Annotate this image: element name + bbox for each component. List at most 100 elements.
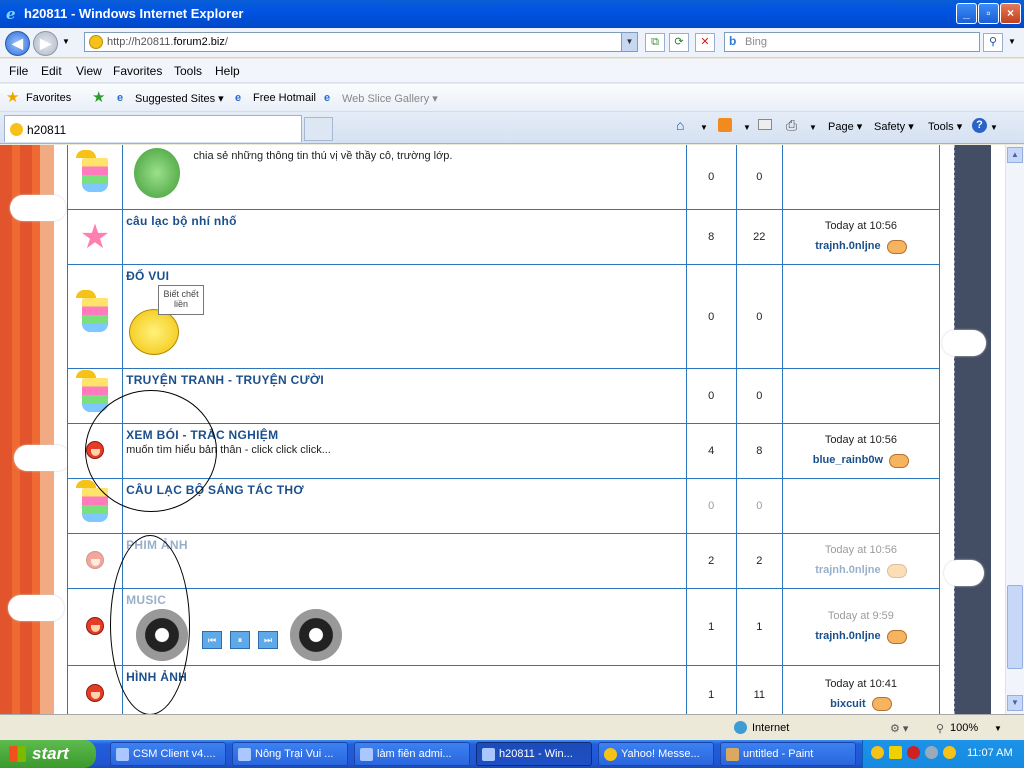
forum-link[interactable]: TRUYỆN TRANH - TRUYỆN CƯỜI <box>126 373 324 387</box>
last-post-user[interactable]: trajnh.0nljne <box>815 630 880 642</box>
posts-count: 11 <box>735 665 783 714</box>
taskbar-item-lam-fien[interactable]: làm fiên admi... <box>354 742 470 766</box>
search-field[interactable]: b Bing <box>724 32 980 52</box>
last-post-user[interactable]: blue_rainb0w <box>813 454 883 466</box>
last-post-user[interactable]: trajnh.0nljne <box>815 564 880 576</box>
forum-description: chia sẻ những thông tin thú vị về thầy c… <box>193 150 453 162</box>
posts-count: 0 <box>735 478 783 534</box>
tray-icon[interactable] <box>943 746 956 759</box>
menu-file[interactable]: File <box>9 64 28 78</box>
windows-logo-icon <box>9 746 26 762</box>
cloud-decoration <box>8 595 64 621</box>
posts-count: 1 <box>735 588 783 666</box>
topics-count: 1 <box>685 665 737 714</box>
web-slice-gallery-link[interactable]: Web Slice Gallery ▾ <box>342 92 438 105</box>
forum-link[interactable]: ĐỐ VUI <box>126 269 169 283</box>
zoom-level[interactable]: 100% <box>950 722 978 734</box>
forward-button[interactable]: ▶ <box>33 31 58 56</box>
feeds-icon[interactable] <box>718 118 732 132</box>
menu-view[interactable]: View <box>76 64 102 78</box>
scroll-thumb[interactable] <box>1007 585 1023 669</box>
taskbar-item-yahoo[interactable]: Yahoo! Messe... <box>598 742 714 766</box>
print-dropdown-icon[interactable]: ▼ <box>809 123 817 132</box>
tab-bar: h20811 <box>0 112 1024 144</box>
add-favorite-icon[interactable]: ★ <box>92 88 105 106</box>
tray-icon[interactable] <box>871 746 884 759</box>
help-dropdown-icon[interactable]: ▼ <box>990 123 998 132</box>
tools-menu[interactable]: Tools ▾ <box>928 120 962 133</box>
minimize-button[interactable]: _ <box>956 3 977 24</box>
topics-count: 4 <box>685 423 737 479</box>
previous-track-button[interactable]: ⏮ <box>202 631 223 649</box>
last-post-time: Today at 10:56 <box>824 220 897 233</box>
yahoo-messenger-icon <box>604 748 617 761</box>
menu-tools[interactable]: Tools <box>174 64 202 78</box>
compatibility-view-icon[interactable]: ⧉ <box>645 33 665 52</box>
print-icon[interactable]: ⎙ <box>786 117 797 134</box>
tab-favicon-icon <box>10 123 23 136</box>
recent-pages-dropdown-icon[interactable]: ▼ <box>62 37 70 46</box>
tray-icon[interactable] <box>889 746 902 759</box>
topics-count: 0 <box>685 145 737 210</box>
forum-row: MUSIC ⏮ ⏸ ⏭ 1 1 Today at 9:59 trajnh.0nl… <box>66 588 941 666</box>
tab-h20811[interactable]: h20811 <box>4 115 302 142</box>
clock[interactable]: 11:07 AM <box>967 747 1013 759</box>
page-menu[interactable]: Page ▾ <box>828 120 862 133</box>
bing-icon: b <box>729 34 737 48</box>
search-options-icon[interactable]: ▼ <box>1008 37 1016 46</box>
zoom-dropdown-icon[interactable]: ▼ <box>994 724 1002 733</box>
free-hotmail-link[interactable]: Free Hotmail <box>253 92 316 104</box>
home-icon[interactable]: ⌂ <box>676 117 684 133</box>
tray-icon[interactable] <box>925 746 938 759</box>
maximize-button[interactable]: ▫ <box>978 3 999 24</box>
search-icon[interactable]: ⚲ <box>983 33 1003 52</box>
frog-emoticon-image <box>134 148 181 198</box>
last-post-user[interactable]: bixcuit <box>830 698 865 710</box>
ie-icon <box>238 748 251 761</box>
pink-star-icon: ★ <box>79 218 111 256</box>
cloud-decoration <box>14 445 70 471</box>
start-button[interactable]: start <box>0 740 96 768</box>
favorites-button[interactable]: Favorites <box>26 92 71 104</box>
taskbar-item-nong-trai[interactable]: Nông Trại Vui ... <box>232 742 348 766</box>
menu-edit[interactable]: Edit <box>41 64 62 78</box>
next-track-button[interactable]: ⏭ <box>258 631 279 649</box>
new-tab-button[interactable] <box>304 117 333 141</box>
back-button[interactable]: ◀ <box>5 31 30 56</box>
safety-menu[interactable]: Safety ▾ <box>874 120 914 133</box>
url-suffix: / <box>224 36 228 48</box>
home-dropdown-icon[interactable]: ▼ <box>700 123 708 132</box>
help-icon[interactable]: ? <box>972 118 987 133</box>
cloud-decoration <box>944 560 984 586</box>
url-domain: forum2.biz <box>173 36 225 48</box>
suggested-sites-link[interactable]: Suggested Sites ▾ <box>135 92 224 105</box>
vertical-scrollbar[interactable]: ▲ ▼ <box>1005 145 1024 714</box>
forum-icon <box>86 550 105 569</box>
feeds-dropdown-icon[interactable]: ▼ <box>743 123 751 132</box>
menu-help[interactable]: Help <box>215 64 240 78</box>
topics-count: 0 <box>685 264 737 369</box>
right-decoration <box>940 145 1005 714</box>
address-field[interactable]: http://h20811.forum2.biz/ ▼ <box>84 32 638 52</box>
zoom-icon[interactable]: ⚲ <box>936 722 944 735</box>
close-button[interactable]: × <box>1000 3 1021 24</box>
scroll-down-button[interactable]: ▼ <box>1007 695 1023 711</box>
tab-title: h20811 <box>27 123 67 137</box>
ie-logo-icon: e <box>6 5 16 23</box>
protected-mode-icon[interactable]: ⚙ ▾ <box>890 722 908 735</box>
menu-favorites[interactable]: Favorites <box>113 64 162 78</box>
taskbar-item-paint[interactable]: untitled - Paint <box>720 742 856 766</box>
refresh-icon[interactable]: ⟳ <box>669 33 689 52</box>
taskbar-item-h20811[interactable]: h20811 - Win... <box>476 742 592 766</box>
scroll-up-button[interactable]: ▲ <box>1007 147 1023 163</box>
address-dropdown-icon[interactable]: ▼ <box>621 33 637 51</box>
favorites-star-icon: ★ <box>6 89 20 106</box>
tray-icon[interactable] <box>907 746 920 759</box>
last-post-user[interactable]: trajnh.0nljne <box>815 240 880 252</box>
forum-link[interactable]: câu lạc bộ nhí nhố <box>126 214 237 228</box>
pause-button[interactable]: ⏸ <box>230 631 251 649</box>
read-mail-icon[interactable] <box>758 119 772 130</box>
taskbar-item-csm[interactable]: CSM Client v4.... <box>110 742 226 766</box>
stop-icon[interactable]: ✕ <box>695 33 715 52</box>
music-player: ⏮ ⏸ ⏭ <box>126 607 682 661</box>
